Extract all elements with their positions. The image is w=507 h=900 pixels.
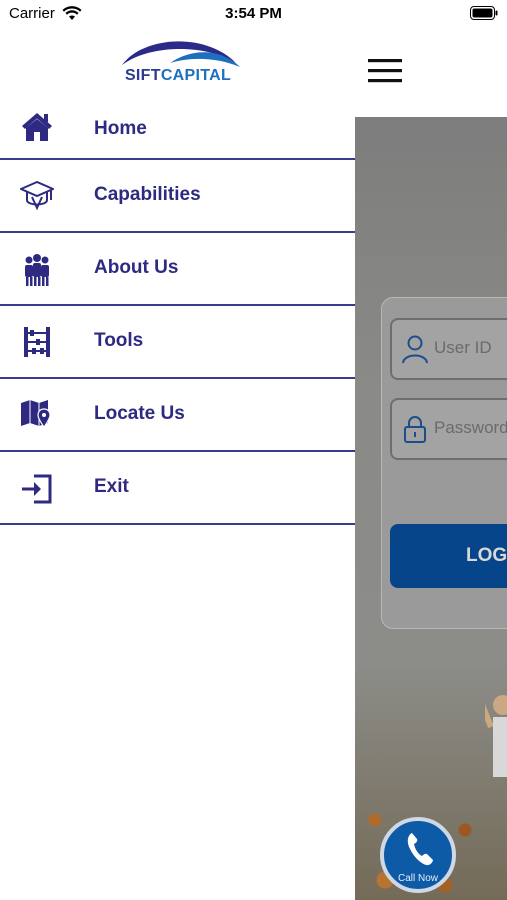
drawer-item-exit[interactable]: Exit (0, 452, 355, 525)
battery-icon (470, 6, 498, 20)
exit-icon (22, 474, 52, 504)
home-icon (22, 113, 52, 141)
login-card: User ID Password LOG (381, 297, 507, 629)
drawer-item-label: About Us (94, 257, 179, 278)
password-placeholder: Password (434, 418, 507, 437)
drawer-item-label: Home (94, 118, 147, 139)
logo-text-sift: SIFT (124, 67, 161, 84)
call-now-button[interactable]: Call Now (380, 817, 456, 893)
team-icon (25, 254, 49, 286)
child-photo-image (485, 695, 507, 777)
drawer-item-label: Exit (94, 476, 129, 497)
logo-text: SIFTCAPITAL (112, 67, 244, 85)
drawer-item-label: Locate Us (94, 403, 185, 424)
call-now-label: Call Now (397, 873, 438, 884)
logo-arc-icon (122, 41, 240, 67)
hamburger-menu-icon[interactable] (368, 58, 402, 84)
map-pin-icon (21, 400, 51, 429)
drawer-item-about-us[interactable]: About Us (0, 233, 355, 306)
password-field[interactable]: Password (390, 398, 507, 460)
login-screen-background: User ID Password LOG Call Now (355, 117, 507, 900)
logo-text-capital: CAPITAL (160, 67, 232, 84)
sift-capital-logo: SIFTCAPITAL (112, 33, 244, 85)
abacus-icon (24, 327, 50, 357)
drawer-item-tools[interactable]: Tools (0, 306, 355, 379)
drawer-item-capabilities[interactable]: Capabilities (0, 160, 355, 233)
user-icon (402, 335, 428, 364)
user-id-placeholder: User ID (434, 338, 492, 357)
drawer-item-home[interactable]: Home (0, 94, 355, 160)
status-time: 3:54 PM (225, 5, 282, 22)
drawer-item-label: Capabilities (94, 184, 201, 205)
drawer-item-locate-us[interactable]: Locate Us (0, 379, 355, 452)
phone-icon (407, 833, 433, 866)
status-bar: Carrier 3:54 PM (0, 0, 507, 28)
user-id-field[interactable]: User ID (390, 318, 507, 380)
lock-icon (404, 416, 426, 443)
graduation-cap-icon (20, 180, 54, 211)
drawer-item-label: Tools (94, 330, 144, 351)
side-drawer-menu: Home Capabilities About Us Tools Locate … (0, 94, 355, 525)
login-button[interactable]: LOG (390, 524, 507, 588)
